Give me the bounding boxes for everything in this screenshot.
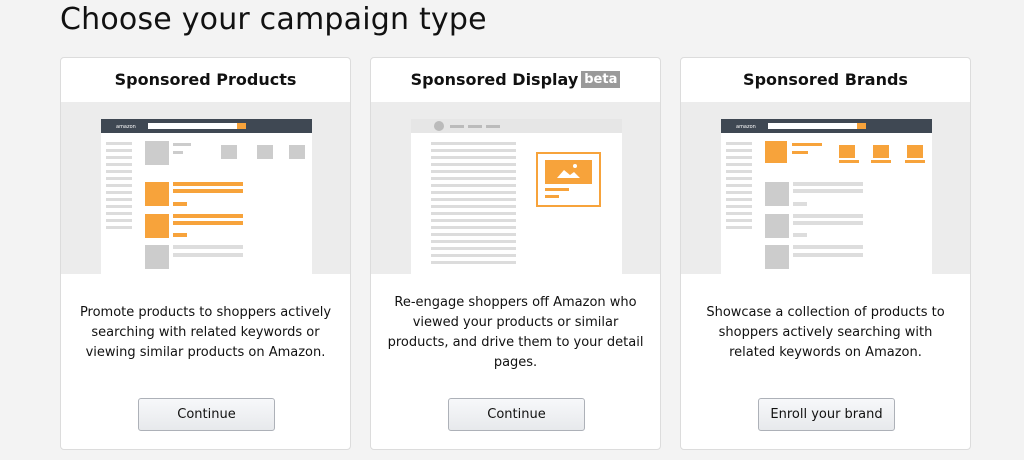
card-title: Sponsored Brands	[743, 70, 908, 89]
amazon-logo: amazon	[116, 124, 136, 130]
sponsored-products-illustration: amazon	[61, 102, 350, 274]
card-sponsored-brands: Sponsored Brands amazon Showcase a colle…	[680, 57, 971, 450]
card-title: Sponsored Products	[114, 70, 297, 89]
beta-badge: beta	[581, 71, 621, 88]
amazon-logo: amazon	[736, 124, 756, 130]
card-title-container: Sponsored Display beta	[371, 58, 660, 102]
card-sponsored-display: Sponsored Display beta Re-engage shopper…	[370, 57, 661, 450]
continue-button-sponsored-display[interactable]: Continue	[448, 398, 585, 431]
sponsored-display-illustration	[371, 102, 660, 274]
sponsored-brands-illustration: amazon	[681, 102, 970, 274]
card-sponsored-products: Sponsored Products amazon Promote produc…	[60, 57, 351, 450]
card-title: Sponsored Display	[410, 70, 579, 89]
enroll-your-brand-button[interactable]: Enroll your brand	[758, 398, 895, 431]
card-description: Re-engage shoppers off Amazon who viewed…	[387, 295, 644, 370]
page-title: Choose your campaign type	[60, 2, 487, 37]
continue-button-sponsored-products[interactable]: Continue	[138, 398, 275, 431]
card-description: Promote products to shoppers actively se…	[79, 305, 332, 360]
card-description: Showcase a collection of products to sho…	[706, 305, 945, 360]
